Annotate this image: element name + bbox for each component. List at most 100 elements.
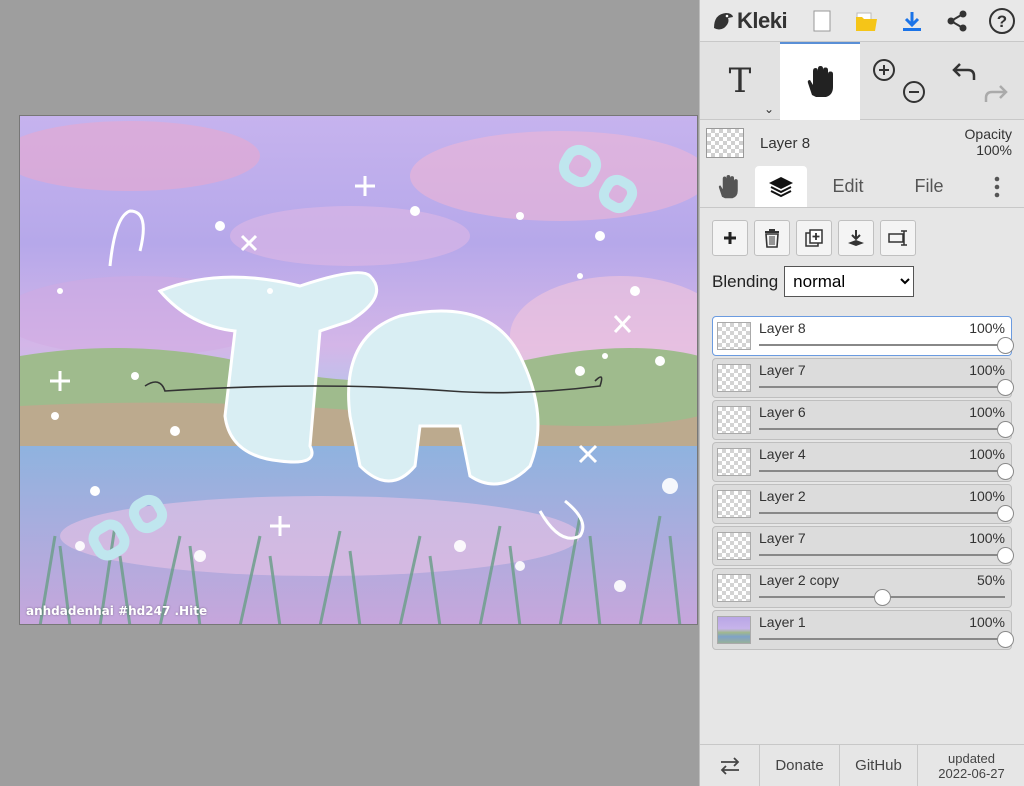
artwork-watermark: anhdadenhai #hd247 .Hite [26,604,208,618]
slider-handle[interactable] [997,337,1014,354]
zoom-out-icon[interactable] [903,81,925,103]
layer-opacity-slider[interactable] [759,638,1005,640]
layer-thumbnail [717,616,751,644]
merge-down-button[interactable] [838,220,874,256]
open-file-button[interactable] [844,0,889,42]
more-vertical-icon [994,176,999,197]
slider-handle[interactable] [997,505,1014,522]
open-folder-icon [855,12,877,31]
slider-handle[interactable] [874,589,891,606]
slider-handle[interactable] [997,463,1014,480]
drawing-canvas[interactable]: anhdadenhai #hd247 .Hite [19,115,698,625]
layer-row[interactable]: Layer 8 100% [712,316,1014,356]
tab-hand[interactable] [700,166,755,207]
undo-icon[interactable] [952,63,976,80]
side-panel: Kleki ? T ⌄ Layer 8 Opacity 100% Edit Fi… [699,0,1024,786]
delete-layer-button[interactable] [754,220,790,256]
layer-row[interactable]: Layer 1 100% [712,610,1014,650]
opacity-value: 100% [976,142,1012,158]
duplicate-layer-button[interactable] [796,220,832,256]
layer-name: Layer 8 [759,320,806,336]
layer-thumbnail [717,322,751,350]
panel-footer: Donate GitHub updated 2022-06-27 [700,744,1024,786]
tab-layers[interactable] [755,166,807,207]
layer-row[interactable]: Layer 2 100% [712,484,1014,524]
layer-name: Layer 1 [759,614,806,630]
layer-list: Layer 8 100% Layer 7 100% Layer 6 100% Layer 4… [712,316,1014,652]
rename-layer-button[interactable] [880,220,916,256]
app-name: Kleki [737,7,788,33]
layer-row[interactable]: Layer 7 100% [712,526,1014,566]
slider-handle[interactable] [997,421,1014,438]
duplicate-icon [805,229,823,247]
help-icon: ? [988,7,1015,34]
layer-row[interactable]: Layer 4 100% [712,442,1014,482]
layer-opacity: 100% [969,362,1005,378]
top-toolbar: Kleki ? [700,0,1024,42]
layer-opacity: 100% [969,320,1005,336]
layer-thumbnail [717,364,751,392]
blending-label: Blending [712,271,779,291]
layer-name: Layer 4 [759,446,806,462]
panel-tabs: Edit File [700,166,1024,208]
layer-thumbnail [717,406,751,434]
layer-opacity: 100% [969,530,1005,546]
hand-tool-button[interactable] [780,42,860,120]
redo-icon[interactable] [984,85,1008,102]
tool-row: T ⌄ [700,42,1024,120]
artwork-image [20,116,697,624]
layer-opacity-slider[interactable] [759,386,1005,388]
add-layer-button[interactable] [712,220,748,256]
trash-icon [765,229,779,248]
text-tool-button[interactable]: T ⌄ [700,42,780,120]
slider-handle[interactable] [997,631,1014,648]
tab-edit[interactable]: Edit [807,166,889,207]
layer-opacity-slider[interactable] [759,428,1005,430]
updated-info[interactable]: updated 2022-06-27 [918,745,1024,786]
layer-thumbnail [717,448,751,476]
download-button[interactable] [889,0,934,42]
layer-opacity-slider[interactable] [759,470,1005,472]
current-layer-opacity: Opacity 100% [965,126,1012,158]
tab-file[interactable]: File [889,166,969,207]
hand-icon [807,66,833,97]
swap-side-button[interactable] [700,745,760,786]
layer-opacity-slider[interactable] [759,344,1005,346]
layer-opacity-slider[interactable] [759,554,1005,556]
slider-handle[interactable] [997,379,1014,396]
plus-icon [724,232,736,244]
layer-name: Layer 6 [759,404,806,420]
share-icon [947,10,966,31]
tab-more[interactable] [969,166,1024,207]
text-tool-icon: T [728,61,752,101]
current-layer-info: Layer 8 Opacity 100% [700,120,1024,166]
hand-icon [718,174,738,198]
layer-opacity: 50% [976,572,1005,588]
app-logo[interactable]: Kleki [700,8,793,34]
blending-select[interactable]: normal [784,266,915,297]
layer-name: Layer 2 [759,488,806,504]
share-button[interactable] [934,0,979,42]
chevron-down-icon[interactable]: ⌄ [764,102,774,116]
new-image-button[interactable] [799,0,844,42]
download-icon [902,11,921,31]
canvas-workspace[interactable]: anhdadenhai #hd247 .Hite [0,0,699,786]
layer-row[interactable]: Layer 6 100% [712,400,1014,440]
layer-row[interactable]: Layer 2 copy 50% [712,568,1012,608]
layer-thumbnail [717,574,751,602]
github-link[interactable]: GitHub [840,745,918,786]
layer-row[interactable]: Layer 7 100% [712,358,1014,398]
donate-link[interactable]: Donate [760,745,840,786]
updated-date: 2022-06-27 [938,765,1005,781]
slider-handle[interactable] [997,547,1014,564]
layer-name: Layer 7 [759,362,806,378]
help-button[interactable]: ? [979,0,1024,42]
layer-opacity: 100% [969,488,1005,504]
rename-icon [888,230,907,246]
current-layer-thumbnail [706,128,744,158]
layer-actions [700,208,1024,256]
layer-opacity: 100% [969,614,1005,630]
layer-opacity: 100% [969,446,1005,462]
zoom-in-icon[interactable] [873,59,895,81]
layer-opacity-slider[interactable] [759,512,1005,514]
